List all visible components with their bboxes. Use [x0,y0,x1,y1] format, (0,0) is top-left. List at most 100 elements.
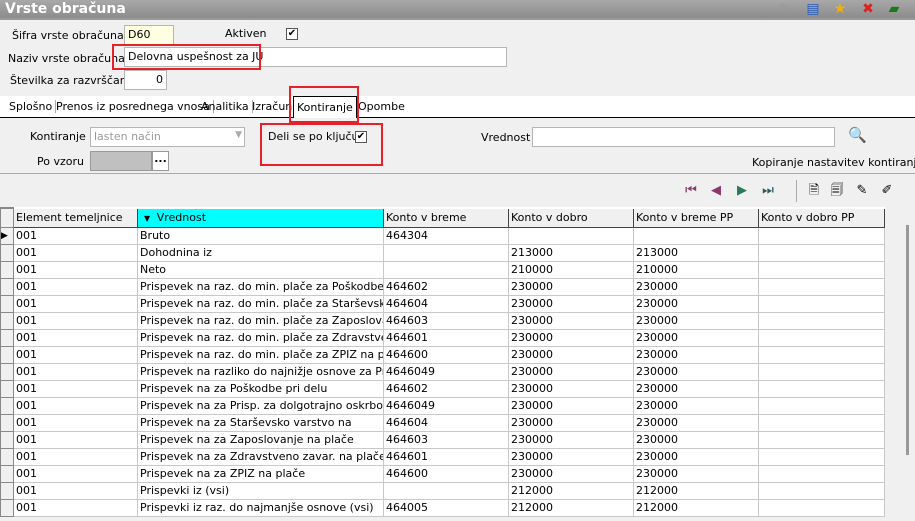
table-row[interactable]: ▶ 001 Bruto 464304 [0,226,885,245]
table-cell[interactable] [383,243,509,262]
table-row[interactable]: 001 Dohodnina iz 213000 213000 [0,243,885,262]
table-row[interactable]: 001 Prispevki iz raz. do najmanjše osnove… [0,498,885,517]
table-cell[interactable]: 001 [13,226,138,245]
table-cell[interactable]: 230000 [508,464,634,483]
table-cell[interactable] [758,396,885,415]
tab-splosno[interactable]: Splošno [6,100,57,113]
table-cell[interactable]: 230000 [508,379,634,398]
table-cell[interactable]: 001 [13,481,138,500]
table-cell[interactable]: 230000 [633,430,759,449]
row-indicator[interactable] [0,243,14,262]
table-cell[interactable]: 464602 [383,379,509,398]
table-row[interactable]: 001 Prispevek na raz. do min. plače za Zd… [0,328,885,347]
table-cell[interactable] [383,260,509,279]
table-cell[interactable]: 001 [13,294,138,313]
table-cell[interactable]: 230000 [508,447,634,466]
table-cell[interactable]: Prispevek na raz. do min. plače za Poško… [137,277,384,296]
table-cell[interactable]: 001 [13,328,138,347]
table-cell[interactable]: 001 [13,260,138,279]
table-cell[interactable]: Prispevki iz (vsi) [137,481,384,500]
table-cell[interactable]: 230000 [633,447,759,466]
row-indicator[interactable] [0,481,14,500]
table-cell[interactable]: 464601 [383,328,509,347]
table-cell[interactable]: Prispevek na raz. do min. plače za ZPIZ … [137,345,384,364]
table-cell[interactable]: 230000 [633,294,759,313]
table-cell[interactable]: 230000 [633,413,759,432]
table-row[interactable]: 001 Prispevek na za ZPIZ na plače 464600 23… [0,464,885,483]
table-cell[interactable] [758,362,885,381]
table-cell[interactable]: 4646049 [383,396,509,415]
edit-icon[interactable]: ✎ [776,1,794,18]
table-cell[interactable] [758,379,885,398]
table-cell[interactable]: Prispevek na za ZPIZ na plače [137,464,384,483]
table-cell[interactable]: 001 [13,464,138,483]
table-cell[interactable]: Prispevki iz raz. do najmanjše osnove (v… [137,498,384,517]
table-cell[interactable]: 4646049 [383,362,509,381]
table-cell[interactable]: 001 [13,396,138,415]
table-cell[interactable] [758,311,885,330]
column-header[interactable]: Konto v dobro [508,207,634,228]
row-indicator[interactable] [0,396,14,415]
column-header[interactable]: Konto v breme [383,207,509,228]
table-cell[interactable] [633,226,759,245]
edit-record-icon[interactable]: ✎ [854,182,870,200]
table-row[interactable]: 001 Prispevek na raz. do min. plače za ZP… [0,345,885,364]
row-indicator[interactable] [0,362,14,381]
table-cell[interactable] [758,447,885,466]
table-row[interactable]: 001 Prispevek na za Zaposlovanje na plače… [0,430,885,449]
table-cell[interactable]: 230000 [508,311,634,330]
table-cell[interactable]: 464602 [383,277,509,296]
table-cell[interactable]: 230000 [633,464,759,483]
row-indicator[interactable] [0,464,14,483]
table-cell[interactable] [758,226,885,245]
table-cell[interactable]: 230000 [508,345,634,364]
table-row[interactable]: 001 Prispevek na raz. do min. plače za Za… [0,311,885,330]
table-cell[interactable]: 001 [13,243,138,262]
table-cell[interactable] [758,243,885,262]
row-indicator[interactable] [0,413,14,432]
chevron-down-icon[interactable]: ▼ [235,130,242,140]
table-row[interactable]: 001 Prispevek na za Zdravstveno zavar. na… [0,447,885,466]
column-header[interactable]: Konto v dobro PP [758,207,885,228]
table-cell[interactable]: 230000 [633,379,759,398]
delete-document-icon[interactable]: ✖ [859,1,877,18]
table-cell[interactable]: 210000 [633,260,759,279]
table-cell[interactable]: 212000 [508,498,634,517]
table-cell[interactable]: 230000 [508,328,634,347]
table-cell[interactable] [758,328,885,347]
previous-record-icon[interactable]: ◀ [708,182,724,200]
edit-record-alt-icon[interactable]: ✐ [879,182,895,200]
table-cell[interactable]: 230000 [508,294,634,313]
table-cell[interactable]: 213000 [508,243,634,262]
table-row[interactable]: 001 Prispevek na za Poškodbe pri delu 4646… [0,379,885,398]
table-cell[interactable] [758,260,885,279]
table-cell[interactable]: 001 [13,430,138,449]
table-cell[interactable]: 230000 [508,277,634,296]
table-cell[interactable]: 230000 [633,345,759,364]
table-cell[interactable] [758,481,885,500]
table-cell[interactable] [383,481,509,500]
table-row[interactable]: 001 Prispevek na raz. do min. plače za Po… [0,277,885,296]
table-cell[interactable]: 230000 [508,396,634,415]
next-record-icon[interactable]: ▶ [734,182,750,200]
table-cell[interactable]: 212000 [633,498,759,517]
table-cell[interactable] [758,277,885,296]
table-cell[interactable]: 230000 [633,396,759,415]
table-cell[interactable]: 230000 [508,430,634,449]
table-cell[interactable]: 230000 [508,362,634,381]
table-cell[interactable]: 464601 [383,447,509,466]
table-cell[interactable] [758,430,885,449]
active-checkbox[interactable]: ✔ [286,28,298,40]
favorite-star-icon[interactable]: ★ [831,1,849,18]
table-cell[interactable]: 464603 [383,430,509,449]
row-indicator[interactable] [0,311,14,330]
table-cell[interactable]: 001 [13,277,138,296]
table-cell[interactable]: 001 [13,413,138,432]
table-cell[interactable]: 464304 [383,226,509,245]
table-cell[interactable]: 230000 [508,413,634,432]
table-cell[interactable]: Bruto [137,226,384,245]
copy-record-icon[interactable]: 🗐 [829,182,845,200]
row-indicator[interactable] [0,277,14,296]
row-indicator[interactable] [0,447,14,466]
table-row[interactable]: 001 Prispevek na za Starševsko varstvo na… [0,413,885,432]
